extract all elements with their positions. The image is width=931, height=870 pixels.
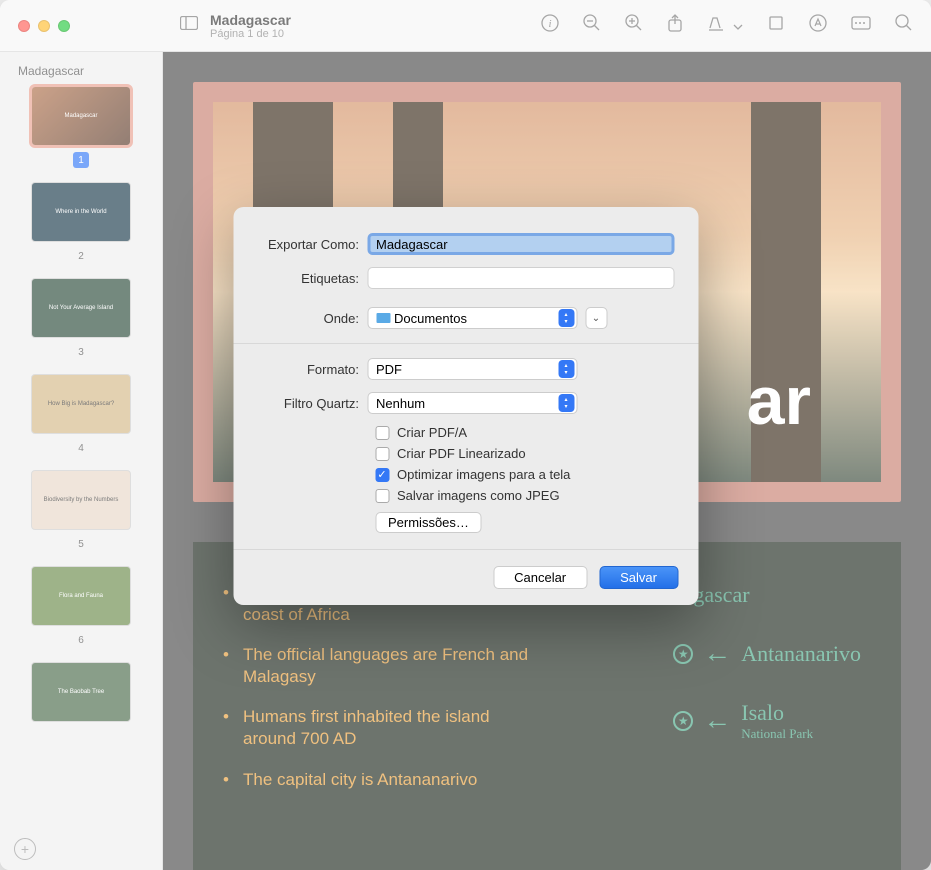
jpeg-label: Salvar imagens como JPEG — [397, 488, 560, 503]
linear-checkbox[interactable] — [375, 447, 389, 461]
cancel-button[interactable]: Cancelar — [493, 566, 587, 589]
optimize-label: Optimizar imagens para a tela — [397, 467, 570, 482]
quartz-row: Filtro Quartz: Nenhum ▴▾ — [233, 388, 698, 418]
pdfa-checkbox-row: Criar PDF/A — [233, 422, 698, 443]
where-label: Onde: — [257, 311, 367, 326]
select-arrows-icon: ▴▾ — [558, 309, 574, 327]
tags-row: Etiquetas: — [233, 263, 698, 293]
quartz-select[interactable]: Nenhum ▴▾ — [367, 392, 577, 414]
export-as-label: Exportar Como: — [257, 237, 367, 252]
pdfa-checkbox[interactable] — [375, 426, 389, 440]
format-row: Formato: PDF ▴▾ — [233, 354, 698, 384]
where-row: Onde: Documentos ▴▾ ⌄ — [233, 303, 698, 333]
folder-icon — [376, 313, 390, 323]
dialog-footer: Cancelar Salvar — [233, 549, 698, 605]
tags-input[interactable] — [367, 267, 674, 289]
linear-label: Criar PDF Linearizado — [397, 446, 526, 461]
jpeg-checkbox[interactable] — [375, 489, 389, 503]
export-name-input[interactable] — [367, 233, 674, 255]
tags-label: Etiquetas: — [257, 271, 367, 286]
permissions-button[interactable]: Permissões… — [375, 512, 482, 533]
save-button[interactable]: Salvar — [599, 566, 678, 589]
app-window: Madagascar Página 1 de 10 i Madagascar M… — [0, 0, 931, 870]
format-select[interactable]: PDF ▴▾ — [367, 358, 577, 380]
export-name-row: Exportar Como: — [233, 229, 698, 259]
divider — [233, 343, 698, 344]
expand-location-button[interactable]: ⌄ — [585, 307, 607, 329]
jpeg-checkbox-row: Salvar imagens como JPEG — [233, 485, 698, 506]
linear-checkbox-row: Criar PDF Linearizado — [233, 443, 698, 464]
select-arrows-icon: ▴▾ — [558, 394, 574, 412]
where-select[interactable]: Documentos ▴▾ — [367, 307, 577, 329]
optimize-checkbox-row: ✓ Optimizar imagens para a tela — [233, 464, 698, 485]
quartz-label: Filtro Quartz: — [257, 396, 367, 411]
export-dialog: Exportar Como: Etiquetas: Onde: Document… — [233, 207, 698, 605]
pdfa-label: Criar PDF/A — [397, 425, 467, 440]
optimize-checkbox[interactable]: ✓ — [375, 468, 389, 482]
select-arrows-icon: ▴▾ — [558, 360, 574, 378]
format-label: Formato: — [257, 362, 367, 377]
